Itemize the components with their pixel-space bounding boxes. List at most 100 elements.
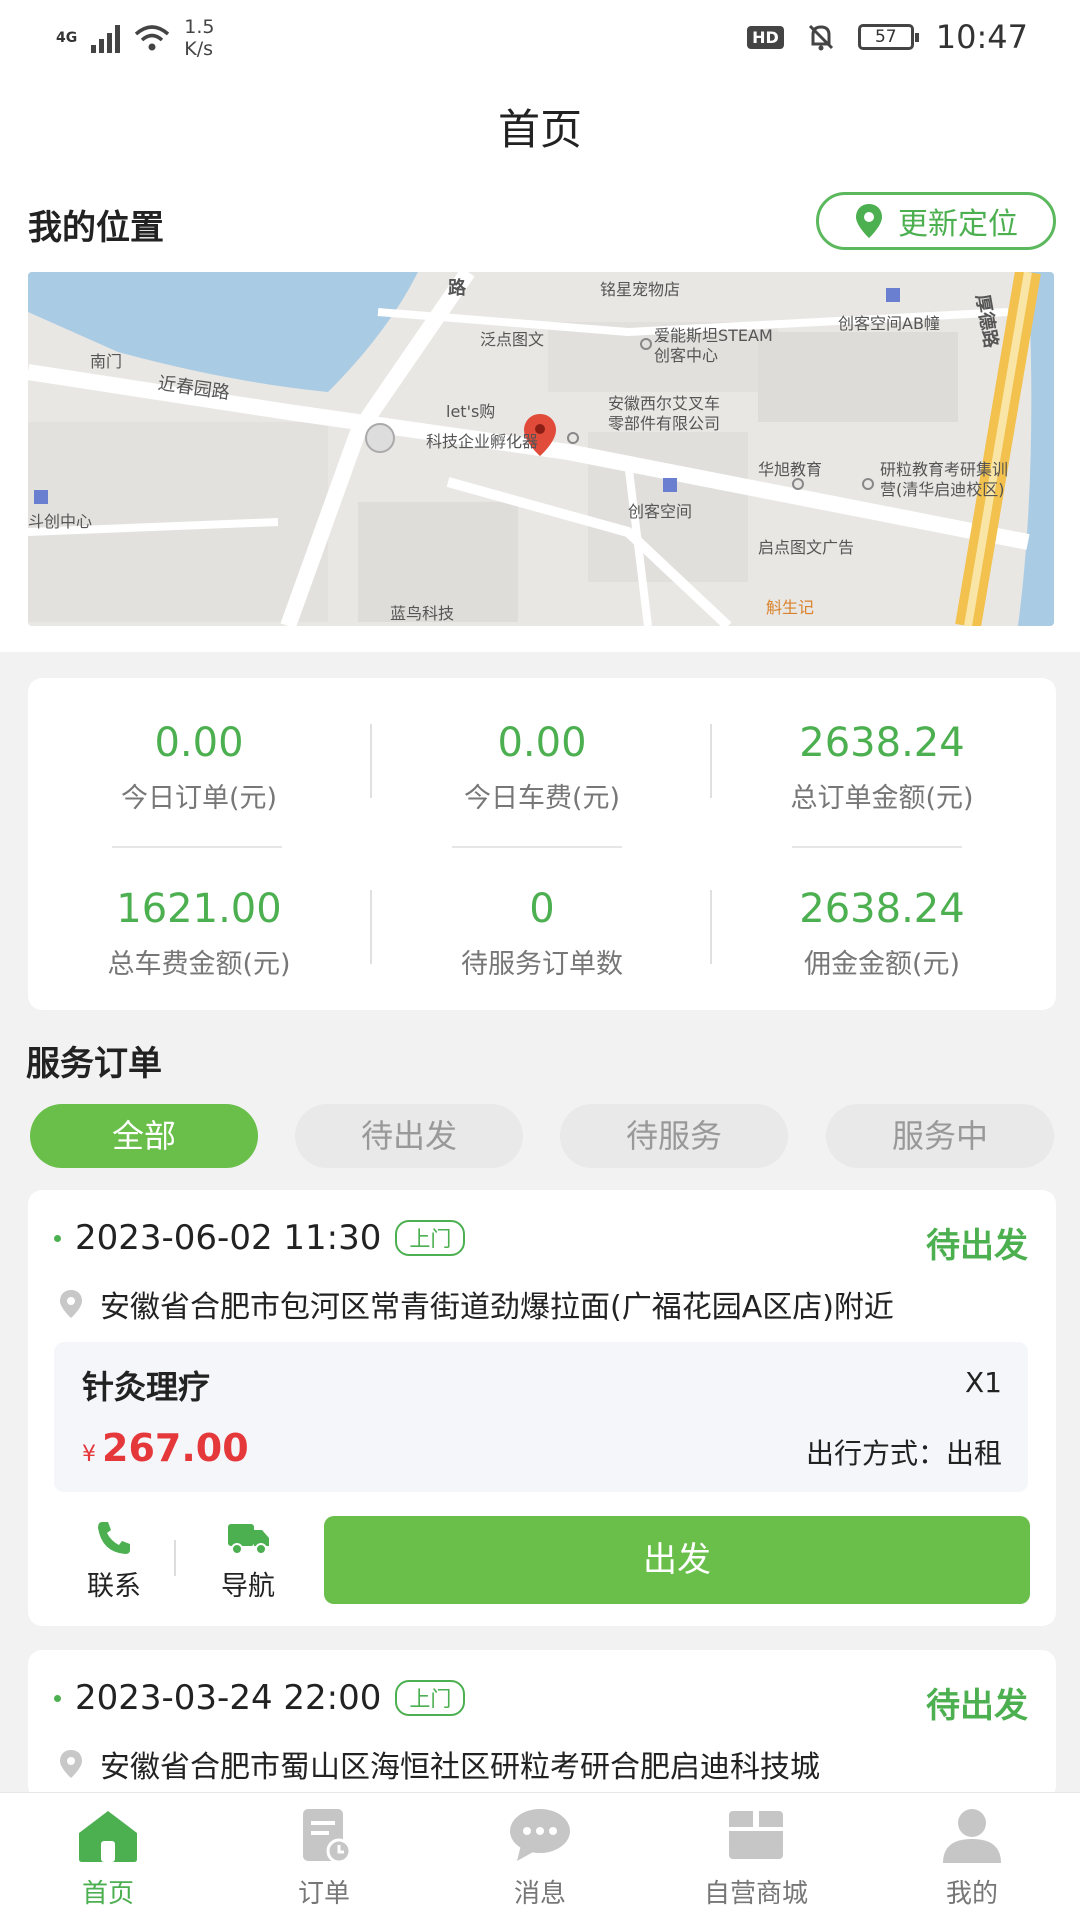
divider [792, 846, 962, 848]
map-label: 启点图文广告 [758, 538, 855, 557]
navigate-button[interactable]: 导航 [198, 1518, 298, 1603]
order-type-tag: 上门 [395, 1220, 466, 1256]
map-label: 创客空间AB幢 [838, 314, 940, 333]
status-left: 4G 1.5 K/s [56, 16, 214, 60]
stat-value: 0.00 [154, 720, 244, 766]
update-location-button[interactable]: 更新定位 [816, 192, 1056, 250]
stat-value: 2638.24 [799, 886, 965, 932]
network-type: 4G [56, 30, 78, 46]
wifi-icon [135, 25, 170, 51]
order-filter-tabs: 全部 待出发 待服务 服务中 [30, 1104, 1054, 1168]
order-card[interactable]: 2023-03-24 22:00 上门 待出发 安徽省合肥市蜀山区海恒社区研粒考… [28, 1650, 1056, 1800]
nav-label: 首页 [81, 1879, 134, 1909]
order-datetime: 2023-06-02 11:30 [75, 1218, 382, 1258]
nav-label: 消息 [513, 1879, 566, 1909]
status-right: HD 57 10:47 [747, 18, 1028, 56]
order-type-tag: 上门 [395, 1680, 466, 1716]
map-label: 泛点图文 [480, 330, 545, 349]
order-icon [303, 1809, 352, 1863]
bullet-dot [54, 1234, 61, 1242]
order-datetime: 2023-03-24 22:00 [75, 1678, 382, 1718]
divider [370, 724, 372, 798]
service-details: 针灸理疗 X1 ¥267.00 出行方式：出租 [54, 1342, 1028, 1492]
map-label: 创客中心 [654, 346, 719, 365]
update-location-label: 更新定位 [898, 207, 1018, 242]
order-header: 2023-03-24 22:00 上门 [54, 1678, 466, 1718]
nav-item-home[interactable]: 首页 [28, 1807, 188, 1910]
stat-label: 总车费金额(元) [107, 949, 291, 980]
map-view[interactable]: 铭星宠物店 南门 泛点图文 爱能斯坦STEAM 创客中心 创客空间AB幢 厚德路… [28, 272, 1054, 626]
stat-total-fare-amount: 1621.00 总车费金额(元) [29, 884, 369, 981]
filter-tab-pending-service[interactable]: 待服务 [560, 1104, 788, 1168]
mute-bell-icon [808, 24, 833, 51]
order-card[interactable]: 2023-06-02 11:30 上门 待出发 安徽省合肥市包河区常青街道劲爆拉… [28, 1190, 1056, 1626]
order-status: 待出发 [926, 1686, 1028, 1726]
stat-label: 今日车费(元) [463, 783, 621, 814]
battery-icon: 57 [857, 24, 919, 50]
stat-commission: 2638.24 佣金金额(元) [712, 884, 1052, 981]
divider [112, 846, 282, 848]
stat-label: 总订单金额(元) [790, 783, 974, 814]
map-label: 科技企业孵化器 [426, 432, 539, 451]
network-speed: 1.5 K/s [184, 16, 215, 60]
map-label: 蓝鸟科技 [390, 604, 455, 623]
signal-icon [91, 23, 121, 53]
location-pin-icon [60, 1750, 82, 1778]
travel-mode: 出行方式：出租 [805, 1437, 1002, 1470]
location-section: 我的位置 更新定位 铭星宠物店 南门 泛点图文 爱能斯坦STEAM 创客中心 创… [0, 180, 1080, 652]
contact-button[interactable]: 联系 [64, 1518, 164, 1603]
map-label: 斛生记 [766, 598, 815, 617]
map-label: 斗创中心 [28, 512, 93, 531]
phone-icon [98, 1522, 130, 1554]
bullet-dot [54, 1694, 61, 1702]
order-address: 安徽省合肥市包河区常青街道劲爆拉面(广福花园A区店)附近 [58, 1282, 1038, 1326]
hd-badge: HD [747, 25, 784, 49]
map-label: 华旭教育 [758, 460, 823, 479]
shop-icon [729, 1811, 783, 1859]
stat-label: 今日订单(元) [120, 783, 278, 814]
nav-item-profile[interactable]: 我的 [892, 1807, 1052, 1910]
location-pin-icon [60, 1290, 82, 1318]
navigate-label: 导航 [221, 1571, 275, 1602]
stat-today-fare: 0.00 今日车费(元) [372, 718, 712, 815]
stat-value: 0.00 [497, 720, 587, 766]
stat-label: 待服务订单数 [461, 949, 623, 980]
page-title: 首页 [497, 105, 582, 154]
stat-total-order-amount: 2638.24 总订单金额(元) [712, 718, 1052, 815]
map-label: 营(清华启迪校区) [880, 480, 1005, 499]
nav-label: 自营商城 [703, 1879, 808, 1909]
divider [452, 846, 622, 848]
service-price: ¥267.00 [82, 1426, 249, 1470]
nav-item-messages[interactable]: 消息 [460, 1807, 620, 1910]
order-address-text: 安徽省合肥市包河区常青街道劲爆拉面(广福花园A区店)附近 [100, 1290, 894, 1325]
orders-section-title: 服务订单 [26, 1044, 162, 1084]
stat-value: 2638.24 [799, 720, 965, 766]
depart-button[interactable]: 出发 [324, 1516, 1030, 1604]
map-label: 创客空间 [628, 502, 693, 521]
price-amount: 267.00 [102, 1426, 249, 1470]
status-time: 10:47 [935, 18, 1028, 56]
filter-tab-in-service[interactable]: 服务中 [826, 1104, 1054, 1168]
stat-value: 0 [529, 886, 555, 932]
map-label: 零部件有限公司 [608, 414, 721, 433]
service-name: 针灸理疗 [82, 1368, 211, 1406]
divider [710, 890, 712, 964]
location-pin-icon [856, 204, 882, 238]
filter-tab-pending-departure[interactable]: 待出发 [295, 1104, 523, 1168]
nav-item-shop[interactable]: 自营商城 [676, 1807, 836, 1910]
bottom-navigation: 首页 订单 消息 自营商城 我的 [0, 1792, 1080, 1920]
truck-icon [228, 1524, 269, 1555]
stat-value: 1621.00 [116, 886, 282, 932]
stat-label: 佣金金额(元) [803, 949, 961, 980]
divider [174, 1540, 176, 1576]
nav-item-orders[interactable]: 订单 [244, 1807, 404, 1910]
home-icon [79, 1811, 137, 1862]
filter-tab-all[interactable]: 全部 [30, 1104, 258, 1168]
app-header: 首页 [0, 80, 1080, 180]
service-quantity: X1 [965, 1366, 1002, 1399]
divider [710, 724, 712, 798]
order-address: 安徽省合肥市蜀山区海恒社区研粒考研合肥启迪科技城 [58, 1742, 1038, 1786]
contact-label: 联系 [87, 1571, 141, 1602]
map-label: let's购 [446, 402, 496, 421]
map-label: 路 [448, 278, 466, 299]
